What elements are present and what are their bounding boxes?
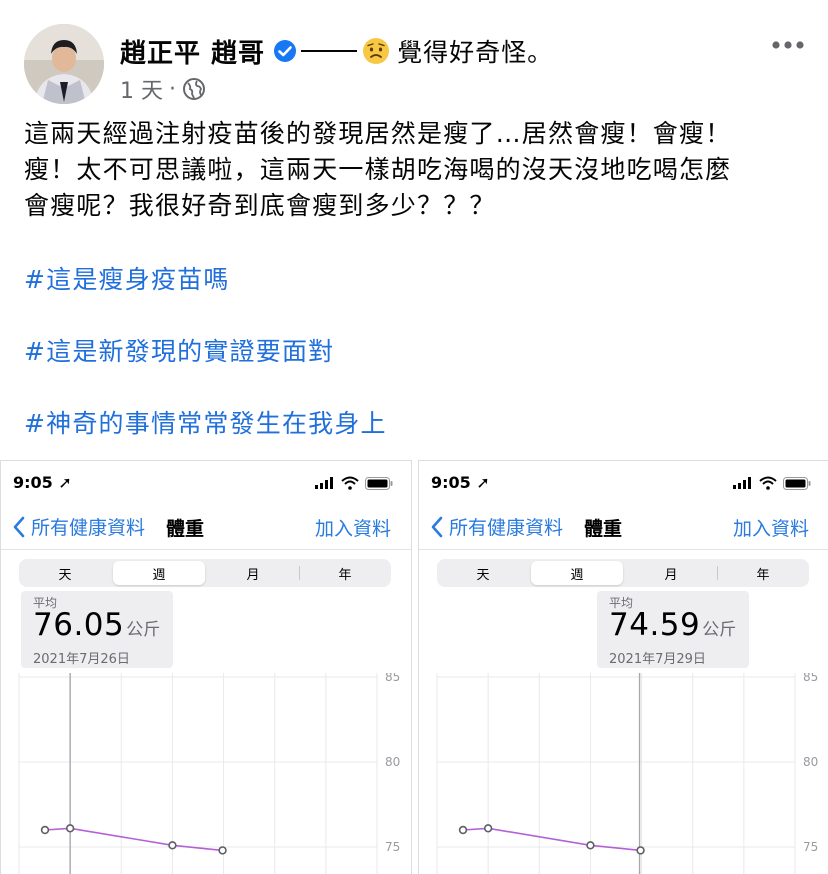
weight-chart[interactable]: 85 80 75 [419, 673, 828, 874]
hashtag-link[interactable]: #這是新發現的實證要面對 [24, 334, 334, 370]
back-label: 所有健康資料 [31, 517, 146, 539]
location-arrow-icon: ➚ [476, 473, 490, 492]
chevron-left-icon [431, 516, 443, 537]
post-timestamp[interactable]: 1 天 [120, 73, 163, 105]
chevron-left-icon [13, 516, 25, 537]
status-bar: 9:05 ➚ [419, 461, 828, 505]
nav-title: 體重 [584, 518, 623, 540]
more-options-icon[interactable] [768, 28, 808, 62]
average-date: 2021年7月29日 [609, 652, 706, 667]
post-header: 趙正平 趙哥 覺得好奇怪。 1 天 · [0, 0, 828, 110]
wifi-icon [341, 476, 359, 490]
weight-point [483, 824, 493, 833]
add-data-button[interactable]: 加入資料 [733, 514, 809, 541]
back-label: 所有健康資料 [449, 517, 564, 539]
weight-point [586, 841, 595, 850]
globe-icon [182, 77, 206, 101]
weight-point [636, 846, 645, 855]
average-summary: 平均 76.05 公斤 2021年7月26日 [21, 591, 173, 668]
average-summary: 平均 74.59 公斤 2021年7月29日 [597, 591, 749, 668]
avatar[interactable] [24, 24, 104, 104]
segment-week[interactable]: 週 [113, 561, 205, 585]
back-button[interactable]: 所有健康資料 [429, 513, 563, 540]
health-screenshot[interactable]: 9:05 ➚ 所有健康資料 體重 加入資料 天 週 月 年 平均 74.59 公斤… [418, 460, 828, 874]
post-body-line: 會瘦呢？我很好奇到底會瘦到多少？？？ [24, 191, 496, 220]
y-tick-label: 75 [385, 840, 400, 854]
battery-icon [365, 476, 393, 490]
post-meta: 1 天 · [120, 74, 206, 104]
segment-month[interactable]: 月 [625, 559, 717, 587]
average-unit: 公斤 [702, 620, 737, 640]
author-name[interactable]: 趙正平 趙哥 [120, 33, 265, 70]
worried-face-icon [361, 36, 391, 66]
nav-bar: 所有健康資料 體重 加入資料 [419, 505, 828, 550]
segment-day[interactable]: 天 [19, 559, 111, 587]
health-screenshot[interactable]: 9:05 ➚ 所有健康資料 體重 加入資料 天 週 月 年 平均 76.05 公斤… [0, 460, 412, 874]
nav-bar: 所有健康資料 體重 加入資料 [1, 505, 411, 550]
segment-month[interactable]: 月 [207, 559, 299, 587]
battery-icon [783, 476, 811, 490]
period-segmented-control: 天 週 月 年 [19, 559, 391, 587]
segment-day[interactable]: 天 [437, 559, 529, 587]
nav-title: 體重 [166, 518, 205, 540]
weight-point [458, 825, 468, 835]
segment-year[interactable]: 年 [717, 559, 809, 587]
feeling-text: 覺得好奇怪。 [397, 38, 554, 67]
average-date: 2021年7月26日 [33, 652, 130, 667]
y-tick-label: 85 [803, 673, 818, 684]
y-tick-label: 85 [385, 673, 400, 684]
weight-point [65, 824, 75, 833]
meta-separator: · [169, 76, 176, 102]
location-arrow-icon: ➚ [58, 473, 72, 492]
wifi-icon [759, 476, 777, 490]
y-tick-label: 75 [803, 840, 818, 854]
average-value: 74.59 公斤 [609, 607, 737, 643]
y-tick-label: 80 [385, 755, 400, 769]
post-body: 這兩天經過注射疫苗後的發現居然是瘦了…居然會瘦！會瘦！ 瘦！太不可思議啦，這兩天… [24, 116, 814, 224]
weight-chart[interactable]: 85 80 75 [1, 673, 411, 874]
status-time: 9:05 ➚ [13, 473, 72, 492]
status-time: 9:05 ➚ [431, 473, 490, 492]
signal-icon [733, 477, 751, 489]
segment-week[interactable]: 週 [531, 561, 623, 585]
add-data-button[interactable]: 加入資料 [315, 514, 391, 541]
status-bar: 9:05 ➚ [1, 461, 411, 505]
weight-point [40, 825, 50, 835]
hashtag-link[interactable]: #這是瘦身疫苗嗎 [24, 262, 230, 298]
y-tick-label: 80 [803, 755, 818, 769]
post-body-line: 瘦！太不可思議啦，這兩天一樣胡吃海喝的沒天沒地吃喝怎麼 [24, 155, 732, 184]
back-button[interactable]: 所有健康資料 [11, 513, 145, 540]
period-segmented-control: 天 週 月 年 [437, 559, 809, 587]
weight-point [168, 841, 177, 850]
average-unit: 公斤 [126, 620, 161, 640]
weight-point [218, 846, 227, 855]
segment-year[interactable]: 年 [299, 559, 391, 587]
signal-icon [315, 477, 333, 489]
average-value: 76.05 公斤 [33, 607, 161, 643]
verified-badge-icon [273, 39, 297, 63]
feeling-separator [301, 50, 358, 52]
post-body-line: 這兩天經過注射疫苗後的發現居然是瘦了…居然會瘦！會瘦！ [24, 119, 732, 148]
hashtag-link[interactable]: #神奇的事情常常發生在我身上 [24, 406, 387, 442]
